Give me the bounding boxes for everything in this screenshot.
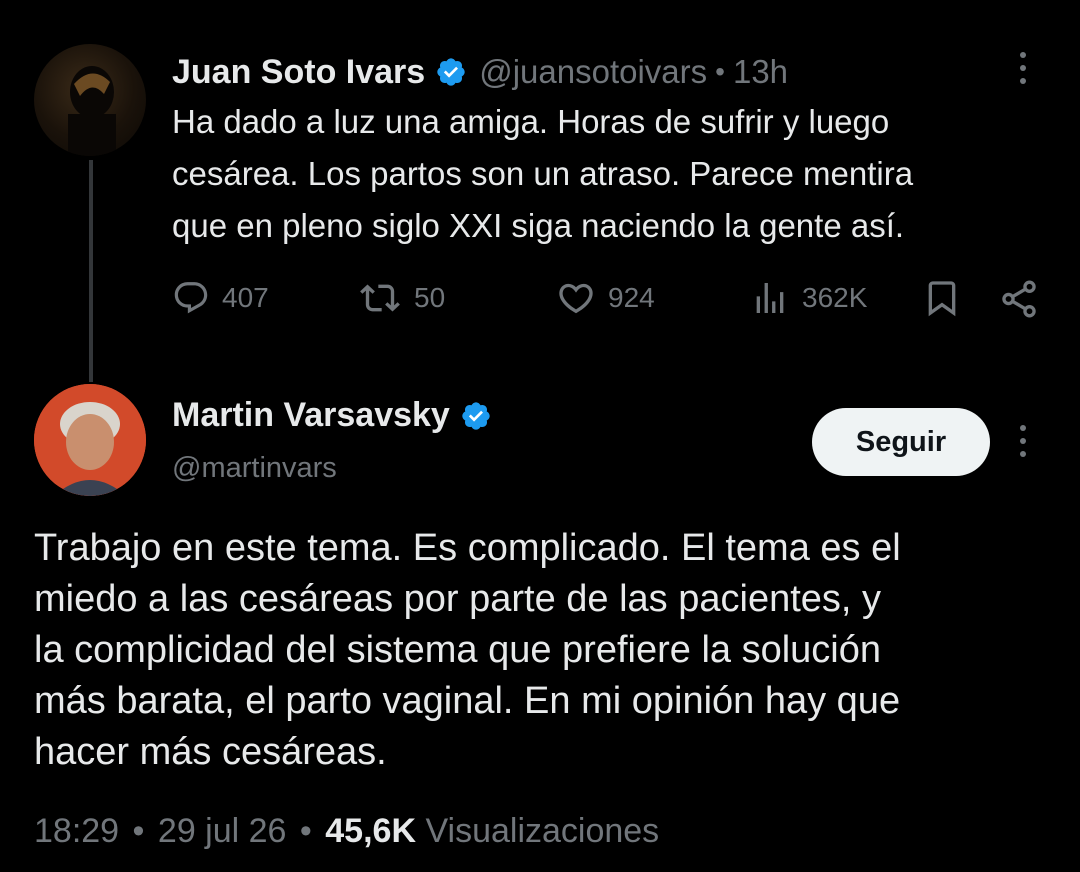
- author-name[interactable]: Martin Varsavsky: [172, 396, 450, 435]
- tweet-time[interactable]: 13h: [733, 53, 788, 91]
- bookmark-button[interactable]: [922, 278, 962, 323]
- verified-badge-icon: [437, 58, 465, 86]
- separator-dot: •: [715, 56, 725, 87]
- tweet-text-line: Trabajo en este tema. Es complicado. El …: [34, 527, 901, 569]
- reply-author: Martin Varsavsky: [172, 396, 492, 435]
- author-name[interactable]: Juan Soto Ivars: [172, 53, 425, 92]
- repost-count: 50: [414, 282, 446, 313]
- more-icon[interactable]: [1020, 425, 1026, 457]
- views-icon: [756, 283, 784, 313]
- views-button[interactable]: 362K: [750, 278, 867, 318]
- avatar-image: [68, 66, 116, 156]
- tweet-text-line: que en pleno siglo XXI siga naciendo la …: [172, 207, 905, 244]
- tweet-text-line: la complicidad del sistema que prefiere …: [34, 629, 882, 671]
- like-count: 924: [608, 282, 655, 313]
- share-button[interactable]: [998, 278, 1040, 325]
- tweet-text-line: miedo a las cesáreas por parte de las pa…: [34, 578, 882, 620]
- tweet-text-line: más barata, el parto vaginal. En mi opin…: [34, 680, 901, 722]
- like-button[interactable]: 924: [556, 278, 655, 318]
- original-tweet-text: Ha dado a luz una amiga. Horas de sufrir…: [172, 96, 913, 252]
- tweet-meta-footer: 18:29 • 29 jul 26 • 45,6K Visualizacione…: [34, 812, 659, 851]
- like-icon: [559, 283, 593, 314]
- reply-tweet-text: Trabajo en este tema. Es complicado. El …: [34, 523, 901, 778]
- repost-button[interactable]: 50: [358, 278, 445, 318]
- thread-line: [89, 160, 93, 382]
- tweet-text-line: cesárea. Los partos son un atraso. Parec…: [172, 155, 914, 192]
- avatar-image: [34, 384, 146, 496]
- tweet-text-line: hacer más cesáreas.: [34, 731, 387, 773]
- views-label: Visualizaciones: [425, 812, 660, 850]
- views-count: 362K: [802, 282, 868, 313]
- bookmark-icon: [928, 281, 956, 317]
- verified-badge-icon: [462, 401, 490, 430]
- author-handle[interactable]: @martinvars: [172, 452, 337, 485]
- avatar-juan-soto-ivars[interactable]: [34, 44, 146, 156]
- original-tweet-header: Juan Soto Ivars @juansotoivars • 13h: [172, 50, 788, 94]
- reply-button[interactable]: 407: [172, 278, 269, 318]
- tweet-date[interactable]: 29 jul 26: [158, 812, 287, 850]
- avatar-martin-varsavsky[interactable]: [34, 384, 146, 496]
- views-count[interactable]: 45,6K: [325, 812, 416, 850]
- follow-button[interactable]: Seguir: [812, 408, 990, 476]
- tweet-text-line: Ha dado a luz una amiga. Horas de sufrir…: [172, 103, 890, 140]
- separator-dot: •: [132, 812, 145, 850]
- reply-count: 407: [222, 282, 269, 313]
- share-icon: [1002, 280, 1036, 318]
- separator-dot: •: [299, 812, 312, 850]
- more-icon[interactable]: [1020, 52, 1026, 84]
- author-handle[interactable]: @juansotoivars: [479, 53, 707, 91]
- reply-icon: [174, 282, 208, 314]
- repost-icon: [360, 284, 400, 312]
- tweet-time[interactable]: 18:29: [34, 812, 119, 850]
